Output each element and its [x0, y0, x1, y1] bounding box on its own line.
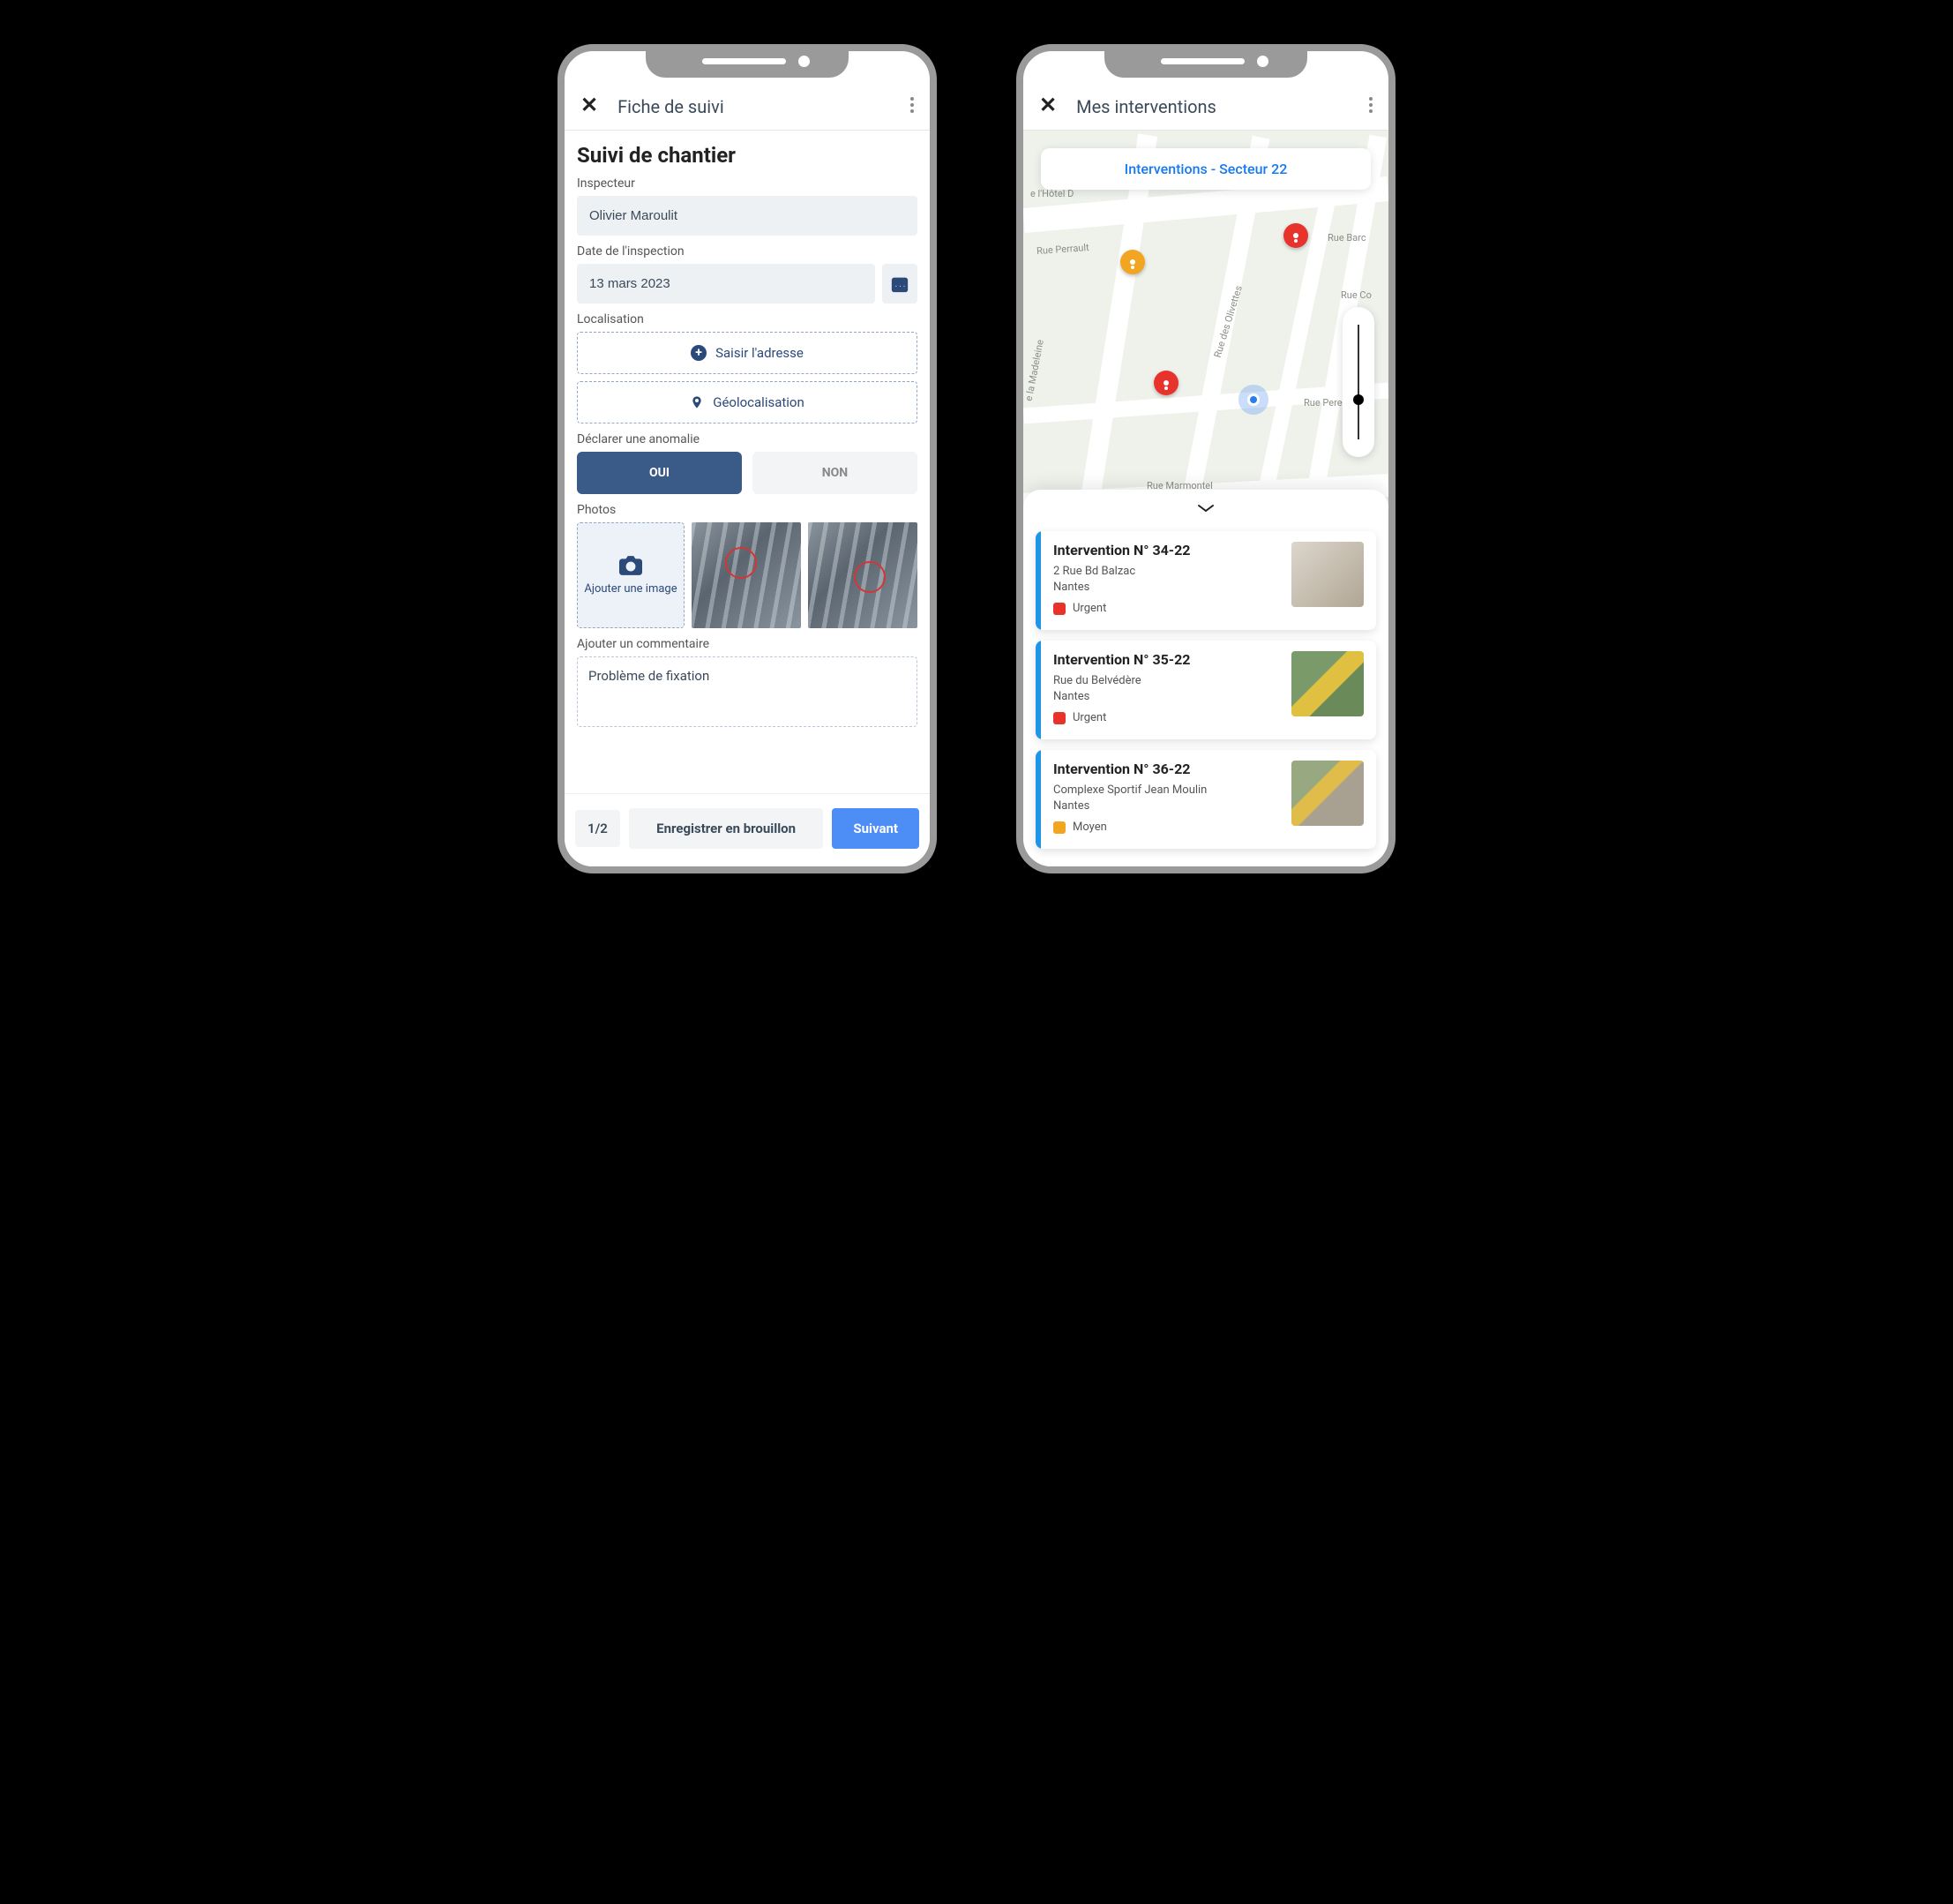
sheet-handle-icon[interactable] — [1036, 498, 1376, 521]
street-label: Rue Co — [1341, 289, 1372, 301]
photo-thumb-1[interactable] — [692, 522, 801, 628]
notch — [1104, 44, 1307, 78]
priority-chip-icon — [1053, 712, 1066, 724]
priority-chip-icon — [1053, 821, 1066, 834]
map-view[interactable]: Interventions - Secteur 22 e l'Hôtel D R… — [1023, 131, 1388, 866]
street-label: Rue Barc — [1328, 232, 1366, 244]
kebab-menu-icon[interactable] — [1369, 96, 1373, 117]
comment-input[interactable] — [577, 656, 917, 727]
photo-thumb-2[interactable] — [808, 522, 917, 628]
next-button[interactable]: Suivant — [832, 808, 919, 849]
priority-chip-icon — [1053, 603, 1066, 615]
photos-label: Photos — [577, 503, 917, 517]
card-address: 2 Rue Bd BalzacNantes — [1053, 564, 1286, 595]
intervention-card[interactable]: Intervention N° 36-22 Complexe Sportif J… — [1036, 750, 1376, 849]
card-address: Complexe Sportif Jean MoulinNantes — [1053, 783, 1286, 813]
map-pin-urgent[interactable] — [1283, 223, 1308, 248]
form-body: Suivi de chantier Inspecteur Date de l'i… — [565, 131, 930, 793]
card-title: Intervention N° 35-22 — [1053, 651, 1286, 668]
map-pin-medium[interactable] — [1120, 250, 1145, 274]
add-image-button[interactable]: Ajouter une image — [577, 522, 685, 628]
anomaly-no-button[interactable]: NON — [752, 452, 917, 494]
date-label: Date de l'inspection — [577, 244, 917, 259]
calendar-icon — [890, 274, 909, 294]
geolocate-label: Géolocalisation — [713, 394, 804, 410]
plus-icon: + — [691, 345, 707, 361]
map-pin-urgent[interactable] — [1154, 371, 1179, 395]
close-icon[interactable]: ✕ — [1039, 93, 1057, 117]
inspector-input[interactable] — [577, 196, 917, 236]
appbar-title: Mes interventions — [1076, 96, 1350, 117]
card-thumbnail — [1291, 651, 1364, 716]
notch — [646, 44, 849, 78]
date-input[interactable] — [577, 264, 875, 304]
card-thumbnail — [1291, 761, 1364, 826]
close-icon[interactable]: ✕ — [580, 93, 598, 117]
location-label: Localisation — [577, 312, 917, 326]
location-pin-icon — [690, 394, 704, 410]
zoom-slider[interactable] — [1343, 307, 1374, 457]
street-label: Rue Pere — [1304, 397, 1343, 409]
page-title: Suivi de chantier — [577, 143, 917, 168]
anomaly-yes-button[interactable]: OUI — [577, 452, 742, 494]
card-title: Intervention N° 34-22 — [1053, 542, 1286, 558]
save-draft-button[interactable]: Enregistrer en brouillon — [629, 808, 824, 849]
enter-address-button[interactable]: + Saisir l'adresse — [577, 332, 917, 374]
phone-left: ✕ Fiche de suivi Suivi de chantier Inspe… — [557, 44, 937, 873]
inspector-label: Inspecteur — [577, 176, 917, 191]
card-title: Intervention N° 36-22 — [1053, 761, 1286, 777]
card-address: Rue du BelvédèreNantes — [1053, 673, 1286, 704]
sector-pill[interactable]: Interventions - Secteur 22 — [1041, 148, 1371, 190]
bottom-sheet: Intervention N° 34-22 2 Rue Bd BalzacNan… — [1023, 490, 1388, 866]
kebab-menu-icon[interactable] — [910, 96, 914, 117]
page-counter: 1/2 — [575, 810, 620, 847]
geolocate-button[interactable]: Géolocalisation — [577, 381, 917, 424]
card-thumbnail — [1291, 542, 1364, 607]
priority-label: Urgent — [1073, 602, 1106, 615]
appbar-title: Fiche de suivi — [617, 96, 891, 117]
anomaly-label: Déclarer une anomalie — [577, 432, 917, 446]
calendar-button[interactable] — [882, 264, 917, 304]
current-location-icon — [1247, 394, 1260, 406]
camera-icon — [619, 556, 642, 575]
comment-label: Ajouter un commentaire — [577, 637, 917, 651]
intervention-card[interactable]: Intervention N° 34-22 2 Rue Bd BalzacNan… — [1036, 531, 1376, 630]
intervention-card[interactable]: Intervention N° 35-22 Rue du BelvédèreNa… — [1036, 641, 1376, 739]
footer-bar: 1/2 Enregistrer en brouillon Suivant — [565, 793, 930, 866]
priority-label: Moyen — [1073, 821, 1107, 834]
enter-address-label: Saisir l'adresse — [715, 345, 804, 361]
add-image-label: Ajouter une image — [584, 582, 677, 596]
phone-right: ✕ Mes interventions Interventions - Sect… — [1016, 44, 1396, 873]
priority-label: Urgent — [1073, 711, 1106, 724]
